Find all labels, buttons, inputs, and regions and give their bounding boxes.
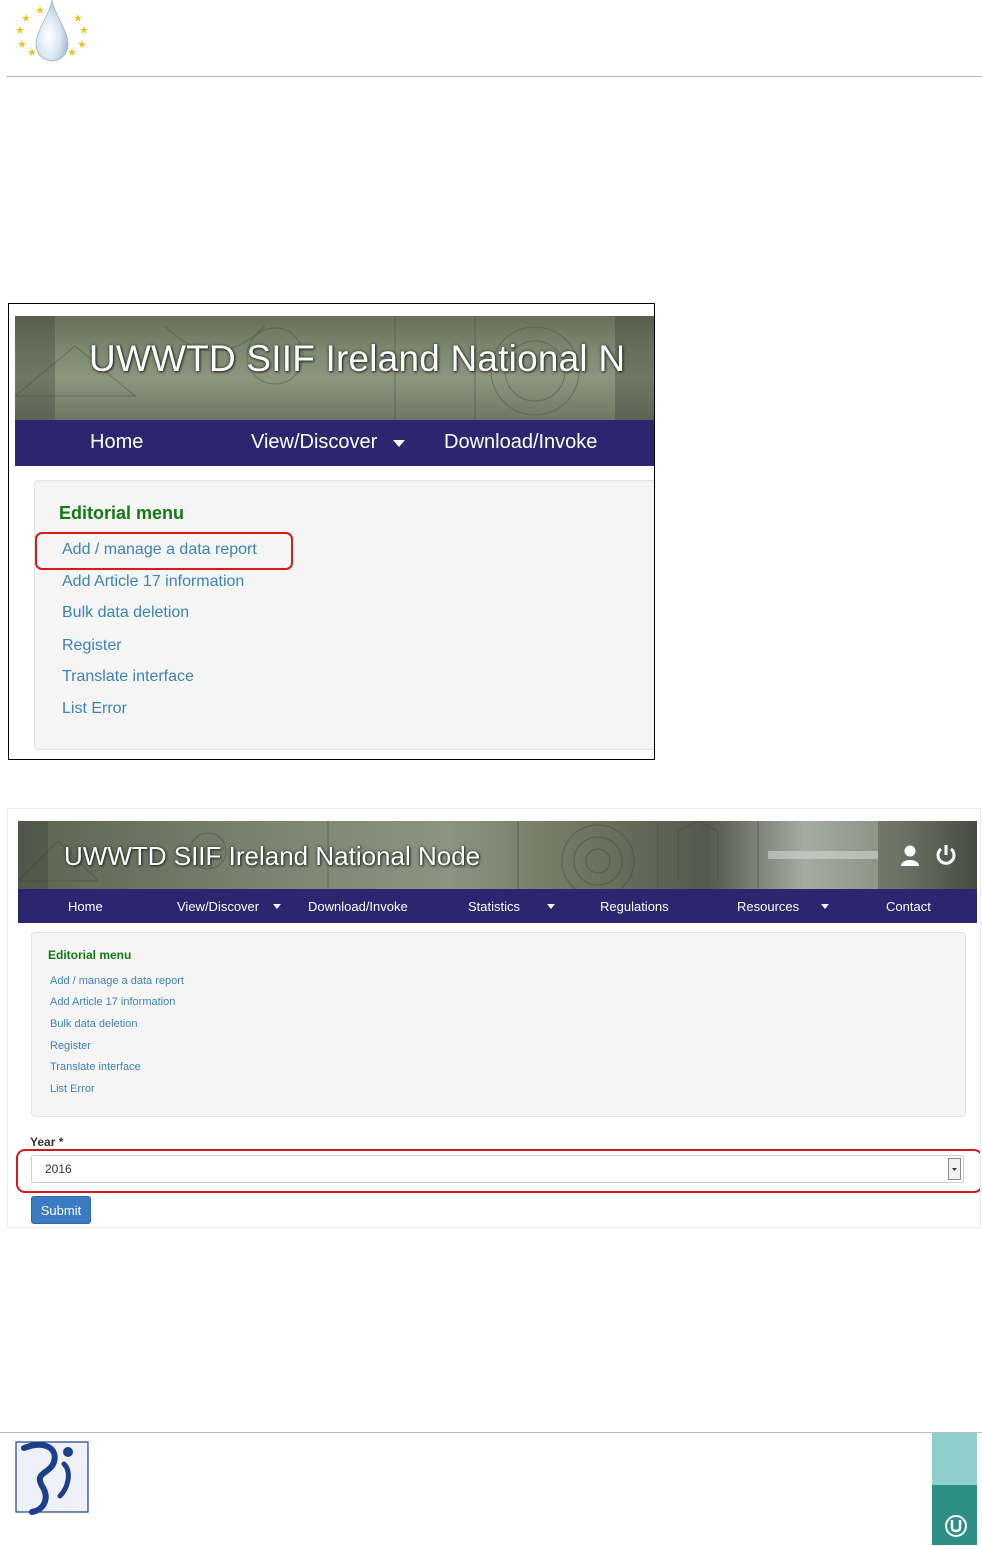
nav-view-discover[interactable]: View/Discover — [251, 431, 377, 454]
nav-download-invoke[interactable]: Download/Invoke — [444, 431, 597, 454]
view-discover-caret-icon[interactable] — [393, 440, 405, 448]
nav-statistics[interactable]: Statistics — [468, 899, 520, 914]
banner-title: UWWTD SIIF Ireland National N — [89, 338, 626, 379]
nav-home[interactable]: Home — [90, 431, 143, 454]
editorial-menu-title: Editorial menu — [48, 948, 132, 962]
menu-add-manage-data-report[interactable]: Add / manage a data report — [50, 975, 184, 987]
year-label: Year * — [30, 1135, 64, 1149]
editorial-panel — [31, 932, 966, 1117]
banner-title: UWWTD SIIF Ireland National Node — [64, 841, 481, 871]
header-divider — [6, 76, 982, 77]
main-nav: Home View/Discover Download/Invoke Stati… — [18, 889, 977, 923]
editorial-menu-title: Editorial menu — [59, 503, 185, 523]
nav-download-invoke[interactable]: Download/Invoke — [308, 899, 408, 914]
highlight-add-manage-link — [35, 532, 293, 570]
highlight-year-select — [16, 1149, 980, 1193]
user-icon[interactable] — [900, 845, 920, 867]
menu-translate-interface[interactable]: Translate interface — [62, 668, 194, 686]
menu-list-error[interactable]: List Error — [50, 1083, 95, 1095]
resources-caret-icon[interactable] — [821, 904, 829, 909]
nav-view-discover[interactable]: View/Discover — [177, 899, 259, 914]
menu-bulk-data-deletion[interactable]: Bulk data deletion — [50, 1018, 137, 1030]
site-banner: UWWTD SIIF Ireland National N — [15, 316, 654, 420]
organization-logo — [14, 1438, 90, 1516]
partner-logo — [932, 1433, 977, 1545]
nav-contact[interactable]: Contact — [886, 899, 931, 914]
power-icon[interactable] — [935, 844, 957, 866]
menu-register[interactable]: Register — [50, 1040, 91, 1052]
zoomed-screenshot: UWWTD SIIF Ireland National N Home View/… — [8, 303, 655, 760]
view-discover-caret-icon[interactable] — [273, 904, 281, 909]
nav-home[interactable]: Home — [68, 899, 103, 914]
menu-bulk-data-deletion[interactable]: Bulk data deletion — [62, 604, 189, 622]
menu-add-article-17[interactable]: Add Article 17 information — [62, 573, 244, 591]
main-nav: Home View/Discover Download/Invoke — [15, 420, 654, 466]
submit-button[interactable]: Submit — [31, 1196, 91, 1224]
footer-divider — [0, 1432, 982, 1433]
site-banner: UWWTD SIIF Ireland National Node — [18, 821, 977, 889]
menu-add-article-17[interactable]: Add Article 17 information — [50, 996, 175, 1008]
menu-list-error[interactable]: List Error — [62, 700, 127, 718]
eu-water-drop-logo — [14, 0, 92, 64]
nav-resources[interactable]: Resources — [737, 899, 799, 914]
menu-register[interactable]: Register — [62, 637, 122, 655]
statistics-caret-icon[interactable] — [547, 904, 555, 909]
nav-regulations[interactable]: Regulations — [600, 899, 669, 914]
menu-translate-interface[interactable]: Translate interface — [50, 1061, 141, 1073]
full-screenshot: UWWTD SIIF Ireland National Node Home Vi… — [7, 808, 981, 1228]
